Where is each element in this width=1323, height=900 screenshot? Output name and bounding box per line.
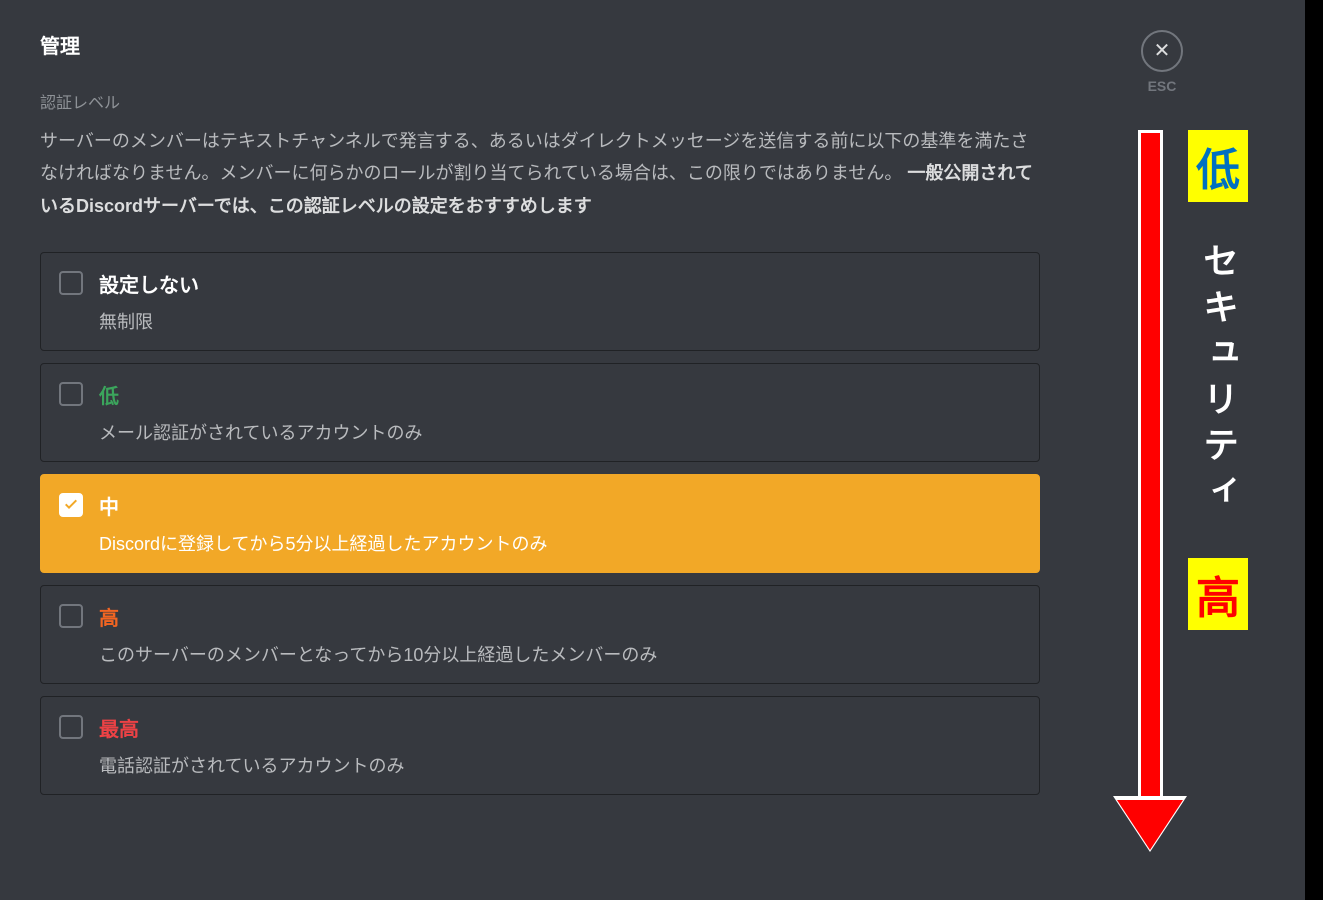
badge-high: 高 (1188, 558, 1248, 630)
option-description: 無制限 (99, 308, 1021, 334)
checkbox-none[interactable] (59, 271, 83, 295)
close-button[interactable]: ✕ ESC (1141, 30, 1183, 94)
section-label: 認証レベル (40, 89, 1040, 113)
esc-label: ESC (1148, 78, 1177, 94)
option-content: 中 Discordに登録してから5分以上経過したアカウントのみ (99, 491, 1021, 556)
annotation-panel: 低 セキュリティ 高 (1123, 130, 1323, 850)
checkbox-medium[interactable] (59, 493, 83, 517)
section-description: サーバーのメンバーはテキストチャンネルで発言する、あるいはダイレクトメッセージを… (40, 125, 1040, 222)
checkbox-highest[interactable] (59, 715, 83, 739)
right-border-strip (1305, 0, 1323, 900)
option-highest[interactable]: 最高 電話認証がされているアカウントのみ (40, 696, 1040, 795)
checkbox-high[interactable] (59, 604, 83, 628)
option-title: 中 (99, 491, 1021, 520)
description-text: サーバーのメンバーはテキストチャンネルで発言する、あるいはダイレクトメッセージを… (40, 131, 1028, 183)
checkbox-low[interactable] (59, 382, 83, 406)
option-content: 設定しない 無制限 (99, 269, 1021, 334)
option-content: 低 メール認証がされているアカウントのみ (99, 380, 1021, 445)
close-circle: ✕ (1141, 30, 1183, 72)
arrow-down-icon (1123, 130, 1178, 850)
option-content: 最高 電話認証がされているアカウントのみ (99, 713, 1021, 778)
option-medium[interactable]: 中 Discordに登録してから5分以上経過したアカウントのみ (40, 474, 1040, 573)
option-title: 最高 (99, 713, 1021, 742)
option-none[interactable]: 設定しない 無制限 (40, 252, 1040, 351)
option-description: メール認証がされているアカウントのみ (99, 419, 1021, 445)
vertical-security-label: セキュリティ (1192, 242, 1244, 518)
option-title: 高 (99, 602, 1021, 631)
option-title: 低 (99, 380, 1021, 409)
option-low[interactable]: 低 メール認証がされているアカウントのみ (40, 363, 1040, 462)
option-description: 電話認証がされているアカウントのみ (99, 752, 1021, 778)
option-description: Discordに登録してから5分以上経過したアカウントのみ (99, 530, 1021, 556)
option-description: このサーバーのメンバーとなってから10分以上経過したメンバーのみ (99, 641, 1021, 667)
main-content: 管理 認証レベル サーバーのメンバーはテキストチャンネルで発言する、あるいはダイ… (0, 0, 1080, 900)
verification-option-list: 設定しない 無制限 低 メール認証がされているアカウントのみ 中 (40, 252, 1040, 795)
option-title: 設定しない (99, 269, 1021, 298)
checkmark-icon (63, 497, 79, 513)
option-high[interactable]: 高 このサーバーのメンバーとなってから10分以上経過したメンバーのみ (40, 585, 1040, 684)
close-icon: ✕ (1154, 41, 1171, 61)
page-title: 管理 (40, 30, 1040, 59)
annotation-labels: 低 セキュリティ 高 (1188, 130, 1248, 630)
option-content: 高 このサーバーのメンバーとなってから10分以上経過したメンバーのみ (99, 602, 1021, 667)
badge-low: 低 (1188, 130, 1248, 202)
